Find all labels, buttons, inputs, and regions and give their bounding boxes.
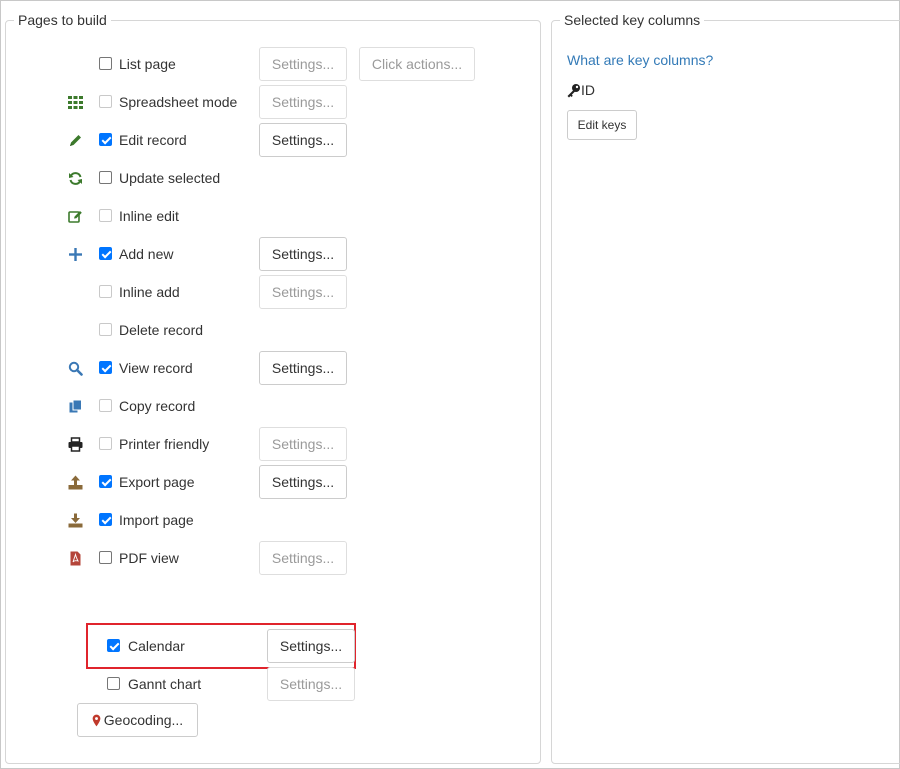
pages-panel-legend: Pages to build [18,12,107,28]
key-column-item: ID [566,82,595,98]
calendar-settings-button[interactable]: Settings... [267,629,355,663]
geocoding-label: Geocoding... [103,712,184,728]
import-page-checkbox[interactable] [99,513,112,526]
spreadsheet-mode-checkbox[interactable] [99,95,112,108]
export-settings-button[interactable]: Settings... [259,465,347,499]
add-new-settings-button[interactable]: Settings... [259,237,347,271]
edit-keys-button[interactable]: Edit keys [567,110,637,140]
refresh-icon [67,170,83,186]
add-new-checkbox[interactable] [99,247,112,260]
gannt-chart-label: Gannt chart [128,676,202,692]
printer-friendly-checkbox[interactable] [99,437,112,450]
spreadsheet-settings-button[interactable]: Settings... [259,85,347,119]
geocoding-button[interactable]: Geocoding... [77,703,198,737]
map-marker-icon [92,714,101,727]
inline-add-label: Inline add [119,284,180,300]
copy-icon [67,398,83,414]
view-record-settings-button[interactable]: Settings... [259,351,347,385]
keys-panel-legend: Selected key columns [564,12,701,28]
click-actions-button[interactable]: Click actions... [359,47,475,81]
list-page-label: List page [119,56,176,72]
delete-record-checkbox[interactable] [99,323,112,336]
export-icon [67,474,83,490]
pencil-icon [67,132,83,148]
plus-icon [67,246,83,262]
copy-record-checkbox[interactable] [99,399,112,412]
export-page-label: Export page [119,474,195,490]
printer-friendly-label: Printer friendly [119,436,210,452]
inline-add-settings-button[interactable]: Settings... [259,275,347,309]
key-columns-help-link[interactable]: What are key columns? [567,52,713,68]
inline-edit-checkbox[interactable] [99,209,112,222]
search-icon [67,360,83,376]
list-page-settings-button[interactable]: Settings... [259,47,347,81]
edit-record-label: Edit record [119,132,187,148]
import-page-label: Import page [119,512,194,528]
pdf-view-label: PDF view [119,550,179,566]
key-icon [566,83,581,98]
spreadsheet-mode-label: Spreadsheet mode [119,94,238,110]
grid-icon [67,94,83,110]
calendar-checkbox[interactable] [107,639,120,652]
list-page-checkbox[interactable] [99,57,112,70]
import-icon [67,512,83,528]
edit-record-checkbox[interactable] [99,133,112,146]
edit-record-settings-button[interactable]: Settings... [259,123,347,157]
update-selected-label: Update selected [119,170,221,186]
view-record-label: View record [119,360,193,376]
gannt-settings-button[interactable]: Settings... [267,667,355,701]
pdf-view-checkbox[interactable] [99,551,112,564]
update-selected-checkbox[interactable] [99,171,112,184]
key-column-name: ID [581,82,595,98]
pdf-settings-button[interactable]: Settings... [259,541,347,575]
pdf-icon [67,550,83,566]
calendar-label: Calendar [128,638,185,654]
view-record-checkbox[interactable] [99,361,112,374]
copy-record-label: Copy record [119,398,196,414]
delete-record-label: Delete record [119,322,204,338]
export-page-checkbox[interactable] [99,475,112,488]
edit-box-icon [67,208,83,224]
printer-settings-button[interactable]: Settings... [259,427,347,461]
inline-edit-label: Inline edit [119,208,179,224]
printer-icon [67,436,83,452]
inline-add-checkbox[interactable] [99,285,112,298]
gannt-chart-checkbox[interactable] [107,677,120,690]
add-new-label: Add new [119,246,174,262]
